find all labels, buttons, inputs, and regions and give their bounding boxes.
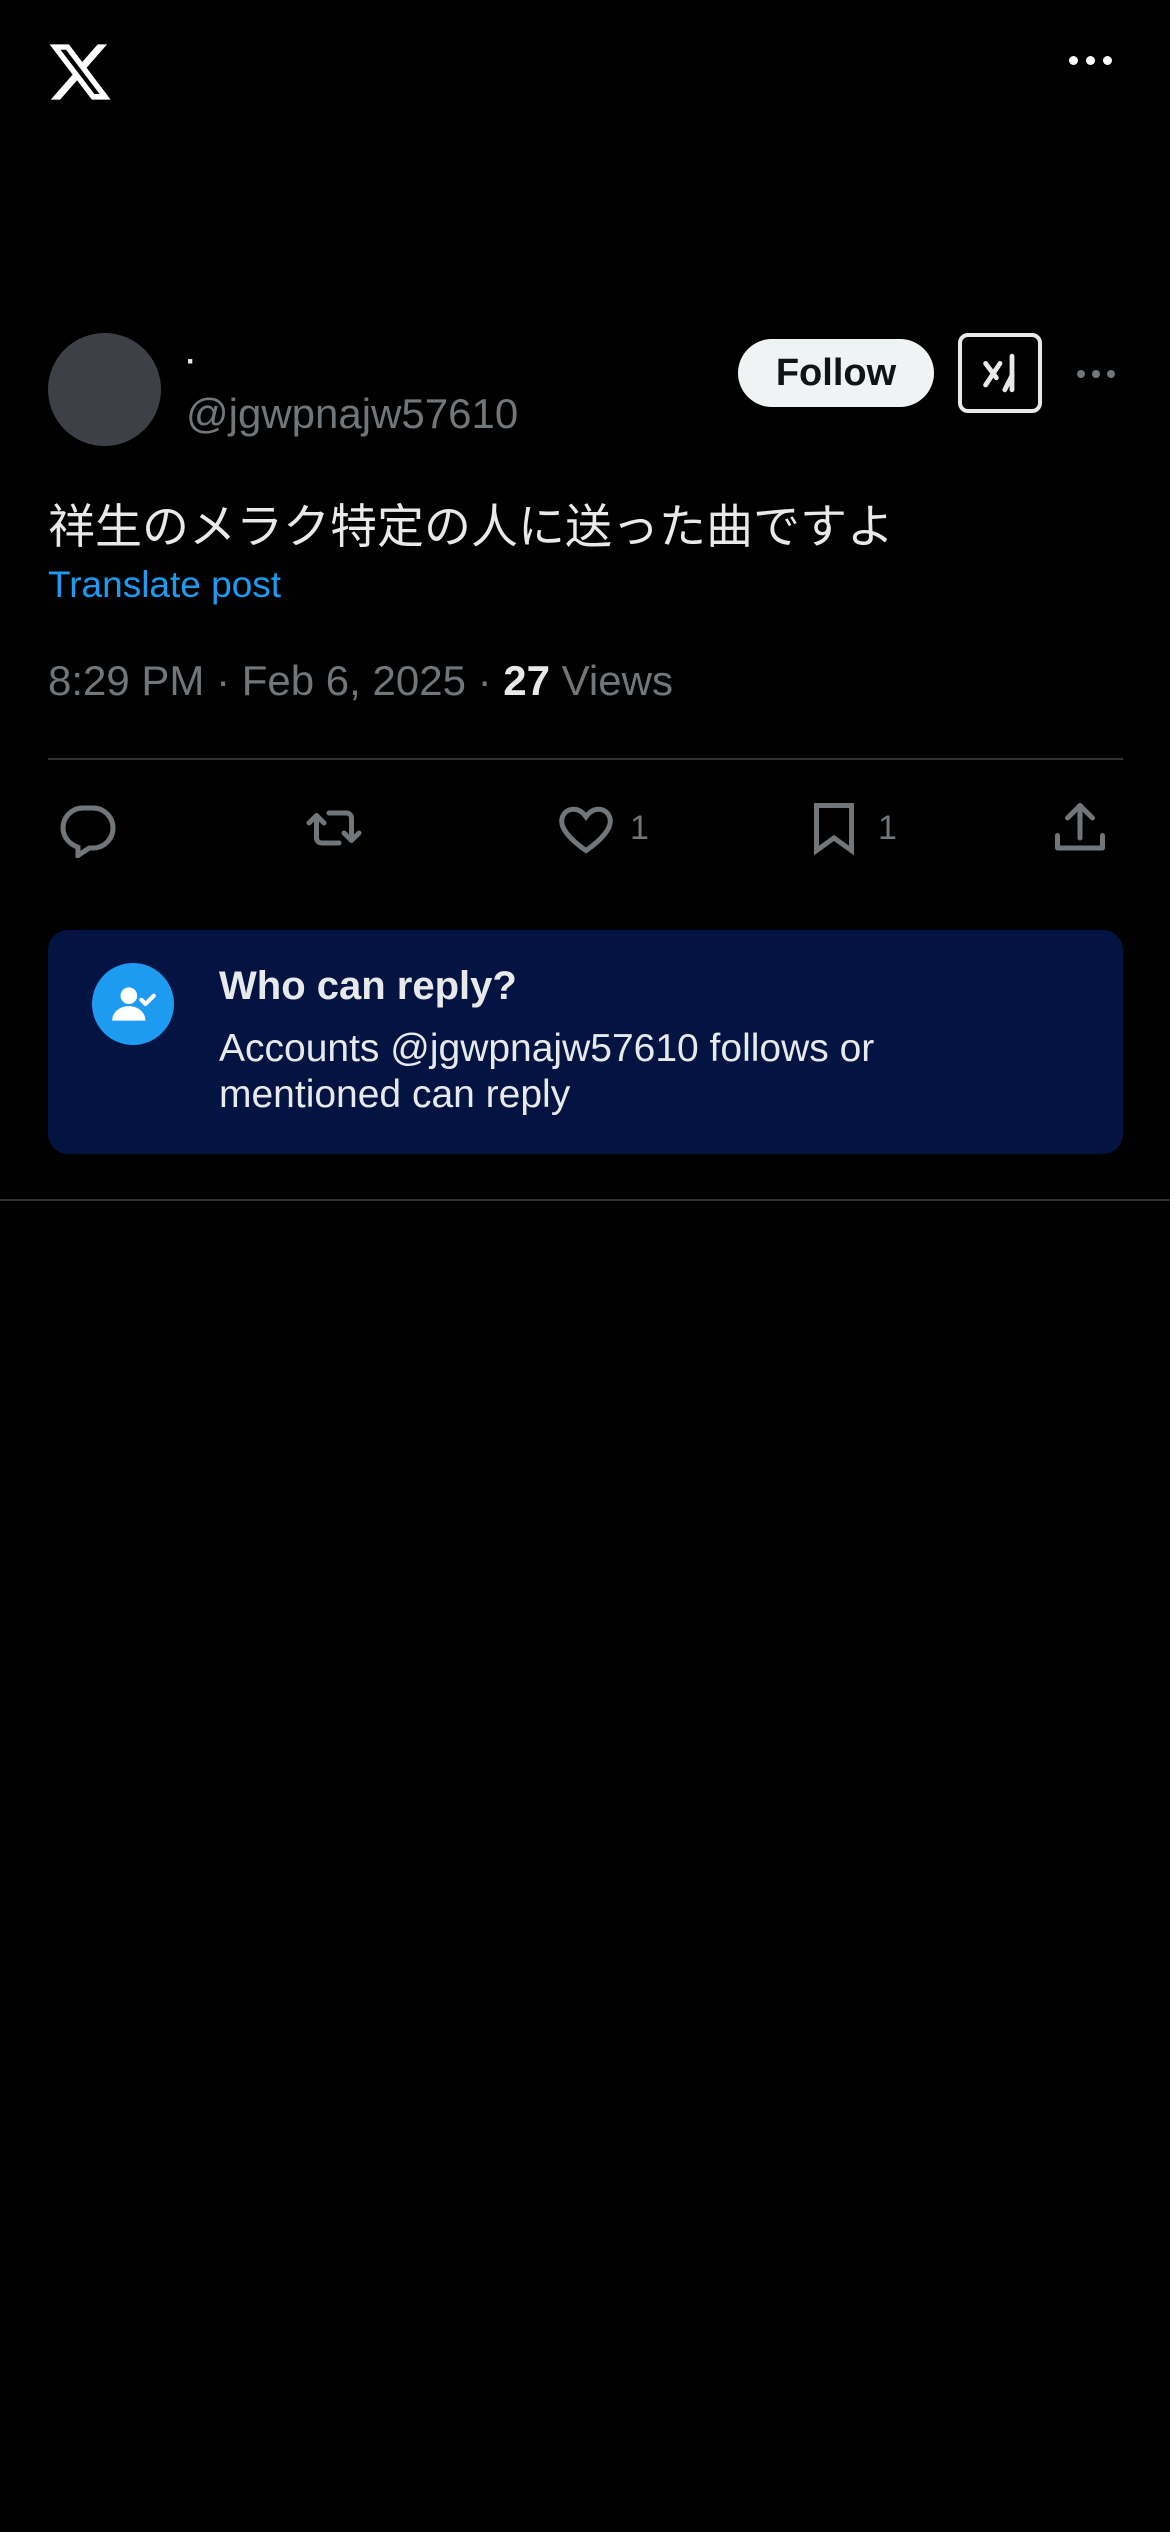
divider <box>0 1199 1170 1201</box>
reply-restriction-description: Accounts @jgwpnajw57610 follows or menti… <box>219 1027 875 1116</box>
share-button[interactable] <box>1050 790 1110 866</box>
display-name[interactable]: · <box>186 345 196 379</box>
post-text: 祥生のメラク特定の人に送った曲ですよ <box>48 500 894 555</box>
user-handle[interactable]: @jgwpnajw57610 <box>186 390 518 438</box>
heart-icon <box>559 806 613 854</box>
bookmark-button[interactable]: 1 <box>804 790 897 866</box>
follow-button[interactable]: Follow <box>738 339 934 407</box>
reply-button[interactable] <box>58 790 118 866</box>
divider <box>48 758 1123 760</box>
share-icon <box>1055 803 1105 851</box>
bookmark-count: 1 <box>878 808 897 847</box>
reply-icon <box>60 805 116 858</box>
views-label: Views <box>561 657 673 704</box>
post-time[interactable]: 8:29 PM <box>48 657 204 704</box>
action-bar: 1 1 <box>48 790 1123 866</box>
post-date[interactable]: Feb 6, 2025 <box>242 657 466 704</box>
x-logo-icon[interactable] <box>46 38 114 106</box>
meta-separator: · <box>216 657 231 704</box>
views-count: 27 <box>503 657 550 704</box>
meta-separator: · <box>477 657 492 704</box>
person-check-icon <box>92 963 174 1045</box>
repost-button[interactable] <box>304 790 364 866</box>
grok-icon[interactable] <box>958 333 1042 413</box>
reply-restriction-card: Who can reply? Accounts @jgwpnajw57610 f… <box>48 930 1123 1154</box>
post-more-icon[interactable] <box>1077 370 1115 378</box>
like-count: 1 <box>630 808 649 847</box>
more-horizontal-icon[interactable] <box>1069 56 1112 65</box>
avatar[interactable] <box>48 333 161 446</box>
bookmark-icon <box>814 803 854 856</box>
translate-post-link[interactable]: Translate post <box>48 564 281 606</box>
reply-restriction-title: Who can reply? <box>219 964 517 1008</box>
repost-icon <box>306 810 362 846</box>
like-button[interactable]: 1 <box>556 790 649 866</box>
post-meta: 8:29 PM · Feb 6, 2025 · 27 Views <box>48 657 673 705</box>
